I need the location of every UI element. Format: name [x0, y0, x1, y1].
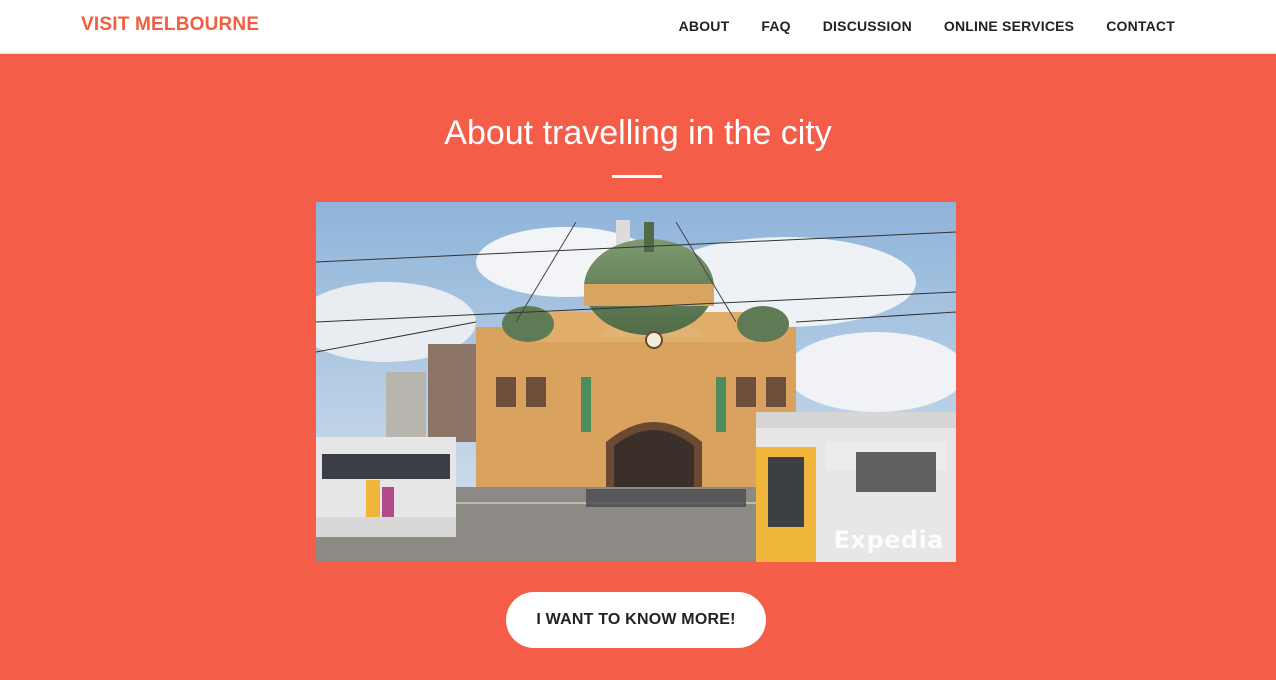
hero-section: About travelling in the city Expedia I W… — [0, 54, 1276, 680]
video-thumbnail-image — [316, 202, 956, 562]
nav-link-online-services[interactable]: ONLINE SERVICES — [944, 18, 1074, 34]
brand-logo-link[interactable]: VISIT MELBOURNE — [81, 14, 259, 36]
know-more-button[interactable]: I WANT TO KNOW MORE! — [506, 592, 766, 648]
expedia-watermark: Expedia — [833, 526, 944, 554]
nav-link-contact[interactable]: CONTACT — [1106, 18, 1175, 34]
nav-menu: ABOUT FAQ DISCUSSION ONLINE SERVICES CON… — [679, 18, 1175, 34]
navbar: VISIT MELBOURNE ABOUT FAQ DISCUSSION ONL… — [0, 0, 1276, 54]
title-divider — [612, 175, 662, 178]
nav-link-about[interactable]: ABOUT — [679, 18, 730, 34]
nav-link-faq[interactable]: FAQ — [761, 18, 790, 34]
video-player[interactable]: Expedia — [316, 202, 956, 562]
nav-link-discussion[interactable]: DISCUSSION — [823, 18, 912, 34]
hero-title: About travelling in the city — [444, 114, 832, 152]
